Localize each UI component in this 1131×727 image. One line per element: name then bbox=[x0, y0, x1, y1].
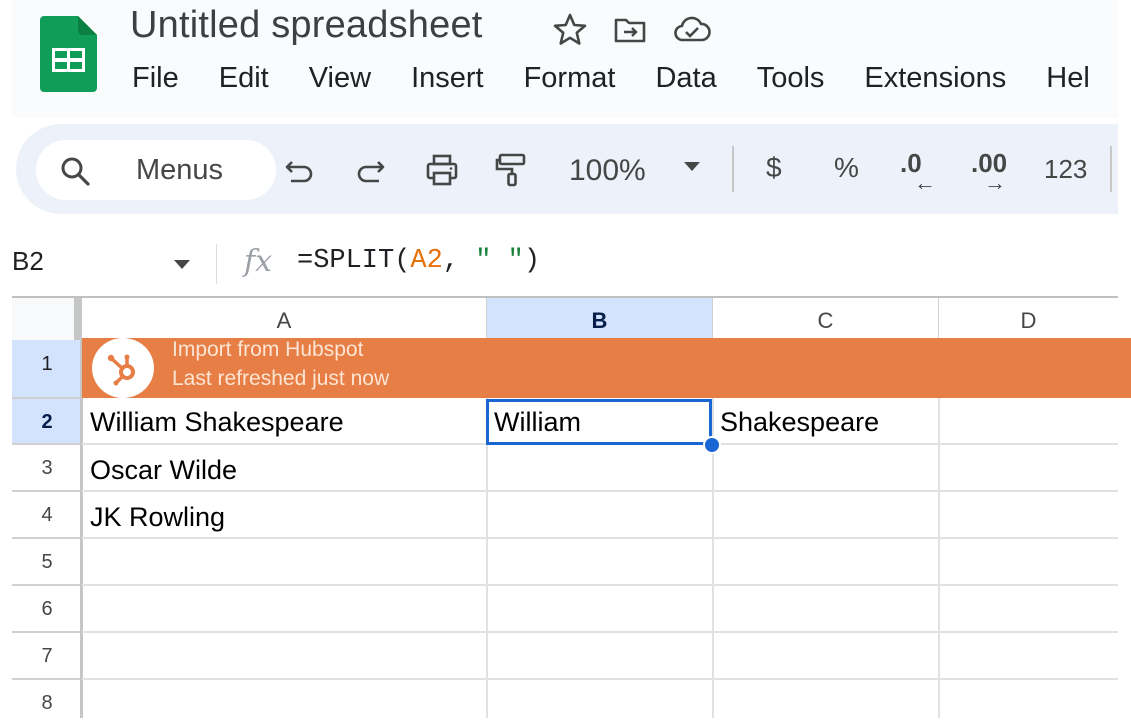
frozen-column-handle[interactable] bbox=[74, 298, 82, 340]
zoom-select[interactable]: 100% bbox=[569, 154, 646, 188]
zoom-dropdown-icon[interactable] bbox=[684, 162, 700, 171]
search-menus-label: Menus bbox=[136, 154, 224, 186]
row-header-7[interactable]: 7 bbox=[12, 633, 82, 680]
app-header: Untitled spreadsheet File Edit View Inse… bbox=[12, 0, 1118, 118]
menu-edit[interactable]: Edit bbox=[219, 62, 269, 95]
print-icon[interactable] bbox=[424, 152, 460, 188]
row-header-1[interactable]: 1 bbox=[12, 340, 82, 399]
row-header-8[interactable]: 8 bbox=[12, 680, 82, 727]
row-header-4[interactable]: 4 bbox=[12, 492, 82, 539]
move-to-folder-icon[interactable] bbox=[612, 12, 650, 48]
menu-data[interactable]: Data bbox=[655, 62, 716, 95]
hubspot-import-banner[interactable]: Import from Hubspot Last refreshed just … bbox=[82, 338, 1131, 398]
menu-extensions[interactable]: Extensions bbox=[864, 62, 1006, 95]
menubar: File Edit View Insert Format Data Tools … bbox=[132, 62, 1130, 95]
cell-a4[interactable]: JK Rowling bbox=[90, 502, 225, 533]
right-arrow-icon: → bbox=[984, 170, 1006, 195]
row-header-3[interactable]: 3 bbox=[12, 445, 82, 492]
grid-line-horizontal bbox=[82, 584, 1118, 586]
row-header-6[interactable]: 6 bbox=[12, 586, 82, 633]
document-title[interactable]: Untitled spreadsheet bbox=[130, 4, 483, 47]
grid-line-horizontal bbox=[82, 537, 1118, 539]
star-icon[interactable] bbox=[552, 12, 590, 48]
column-header-d[interactable]: D bbox=[939, 298, 1118, 340]
paint-format-icon[interactable] bbox=[494, 152, 530, 188]
toolbar-separator bbox=[732, 146, 734, 192]
hubspot-logo-badge bbox=[92, 338, 154, 398]
grid-line-horizontal bbox=[82, 631, 1118, 633]
toolbar: Menus 100% $ % .0 ← .00 → 123 bbox=[16, 124, 1118, 214]
column-header-b[interactable]: B bbox=[487, 298, 713, 340]
name-box[interactable]: B2 bbox=[12, 246, 44, 277]
cell-a2[interactable]: William Shakespeare bbox=[90, 407, 344, 438]
fx-icon: fx bbox=[244, 244, 273, 279]
column-header-a[interactable]: A bbox=[82, 298, 487, 340]
banner-subtitle: Last refreshed just now bbox=[172, 367, 390, 390]
menu-file[interactable]: File bbox=[132, 62, 179, 95]
sheets-logo-icon[interactable] bbox=[40, 16, 97, 92]
left-arrow-icon: ← bbox=[914, 170, 936, 195]
formula-reference: A2 bbox=[410, 246, 443, 276]
formula-separator: , bbox=[442, 246, 476, 276]
row-header-5[interactable]: 5 bbox=[12, 539, 82, 586]
toolbar-separator bbox=[1110, 146, 1112, 192]
formula-suffix: ) bbox=[523, 246, 541, 276]
formula-bar-separator bbox=[216, 244, 217, 284]
hubspot-icon bbox=[107, 354, 135, 386]
redo-icon[interactable] bbox=[352, 152, 388, 188]
formula-input[interactable]: =SPLIT(A2, " ") bbox=[297, 246, 540, 276]
grid-line-horizontal bbox=[82, 490, 1118, 492]
grid-line-horizontal bbox=[82, 678, 1118, 680]
fill-handle[interactable] bbox=[703, 436, 721, 454]
menu-insert[interactable]: Insert bbox=[411, 62, 484, 95]
undo-icon[interactable] bbox=[282, 152, 318, 188]
banner-title: Import from Hubspot bbox=[172, 338, 364, 361]
cloud-saved-icon[interactable] bbox=[672, 12, 711, 48]
cell-a3[interactable]: Oscar Wilde bbox=[90, 455, 237, 486]
format-percent-button[interactable]: % bbox=[834, 152, 859, 184]
cell-c2[interactable]: Shakespeare bbox=[720, 407, 879, 438]
menu-help[interactable]: Hel bbox=[1046, 62, 1090, 95]
search-icon bbox=[61, 157, 90, 186]
number-format-button[interactable]: 123 bbox=[1044, 154, 1087, 185]
menu-format[interactable]: Format bbox=[524, 62, 616, 95]
column-header-c[interactable]: C bbox=[713, 298, 939, 340]
format-currency-button[interactable]: $ bbox=[766, 152, 782, 184]
name-box-dropdown-icon[interactable] bbox=[174, 260, 190, 269]
menu-view[interactable]: View bbox=[309, 62, 371, 95]
search-menus-button[interactable]: Menus bbox=[36, 140, 276, 200]
menu-tools[interactable]: Tools bbox=[757, 62, 825, 95]
formula-prefix: =SPLIT( bbox=[297, 246, 411, 276]
active-cell-selection[interactable] bbox=[486, 399, 712, 445]
select-all-corner[interactable] bbox=[12, 298, 82, 340]
formula-string: " " bbox=[475, 246, 524, 276]
row-header-2[interactable]: 2 bbox=[12, 399, 82, 445]
